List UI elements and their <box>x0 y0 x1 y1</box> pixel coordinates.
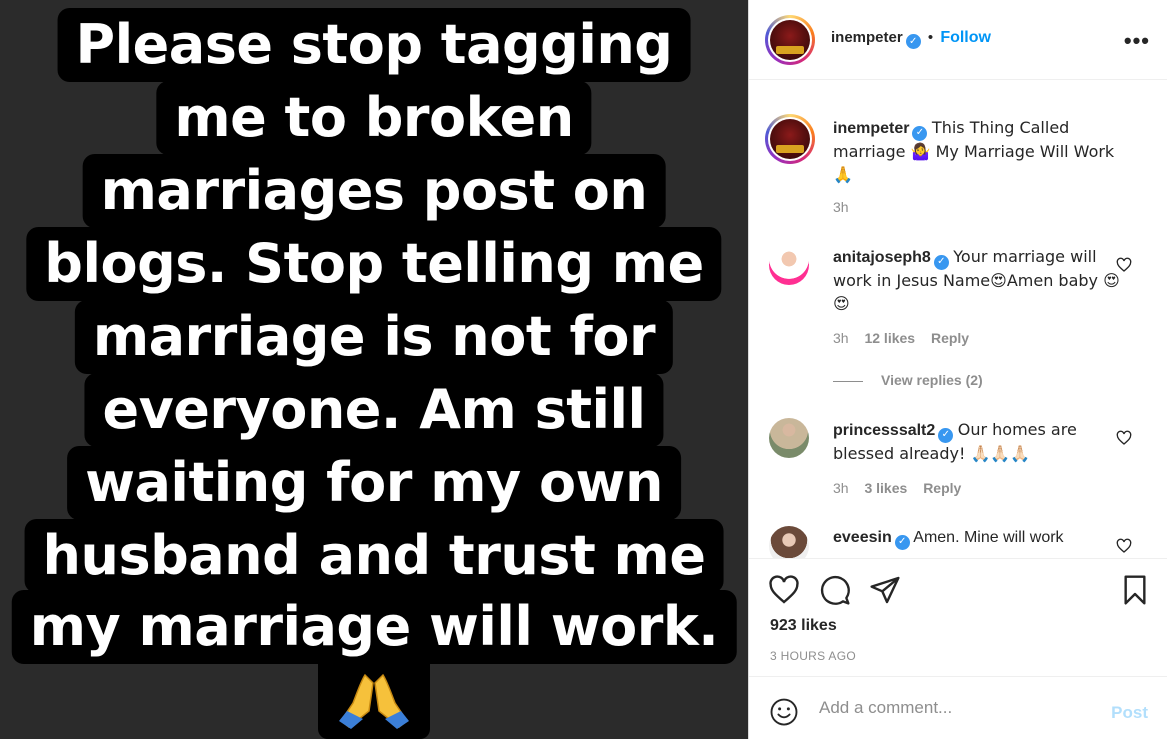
comment-username[interactable]: princesssalt2 <box>833 422 935 439</box>
post-header: inempeter ✓ • Follow ••• <box>749 0 1167 80</box>
verified-icon: ✓ <box>912 125 928 141</box>
verified-icon: ✓ <box>905 34 921 49</box>
post-comment-button[interactable]: Post <box>1111 703 1148 723</box>
comment-username[interactable]: eveesin <box>833 529 892 546</box>
emoji-smiley-icon[interactable] <box>769 697 799 727</box>
reply-button[interactable]: Reply <box>931 330 969 346</box>
caption-username[interactable]: inempeter <box>833 120 909 137</box>
post-sidebar: inempeter ✓ • Follow ••• inempeter ✓ This … <box>748 0 1167 739</box>
folded-hands-icon <box>318 662 430 739</box>
avatar[interactable] <box>765 114 815 164</box>
like-heart-icon[interactable] <box>1116 538 1132 554</box>
story-line: my marriage will work. <box>11 590 737 664</box>
follow-button[interactable]: Follow <box>940 29 991 46</box>
verified-icon: ✓ <box>894 534 910 550</box>
header-username[interactable]: inempeter <box>831 29 903 46</box>
caption-time: 3h <box>833 199 849 215</box>
comment-likes[interactable]: 3 likes <box>864 480 907 496</box>
avatar[interactable] <box>769 245 809 285</box>
like-heart-icon[interactable] <box>768 574 800 606</box>
story-line: husband and trust me <box>24 519 724 593</box>
story-line: Please stop tagging <box>57 8 691 82</box>
story-line: everyone. Am still <box>84 373 664 447</box>
story-line: marriage is not for <box>74 300 674 374</box>
story-line: waiting for my own <box>67 446 681 520</box>
comment-icon[interactable] <box>819 574 851 606</box>
verified-icon: ✓ <box>938 427 954 443</box>
avatar[interactable] <box>769 526 809 558</box>
bookmark-icon[interactable] <box>1119 574 1151 606</box>
comment-likes[interactable]: 12 likes <box>864 330 915 346</box>
comments-list[interactable]: inempeter ✓ This Thing Called marriage 🤷‍… <box>749 80 1167 558</box>
share-icon[interactable] <box>869 574 901 606</box>
comment-time: 3h <box>833 480 849 496</box>
post-timestamp: 3 HOURS AGO <box>770 649 856 663</box>
post-actions: 923 likes 3 HOURS AGO <box>749 558 1167 676</box>
post-image: Please stop tagging me to broken marriag… <box>0 0 748 739</box>
comment-input[interactable] <box>819 697 1089 719</box>
view-replies-button[interactable]: View replies (2) <box>833 372 983 388</box>
add-comment-bar: Post <box>749 676 1167 739</box>
story-line: blogs. Stop telling me <box>26 227 722 301</box>
story-line: marriages post on <box>82 154 666 228</box>
story-line: me to broken <box>156 81 592 155</box>
avatar[interactable] <box>765 15 815 65</box>
reply-button[interactable]: Reply <box>923 480 961 496</box>
like-heart-icon[interactable] <box>1116 430 1132 446</box>
more-options-icon[interactable]: ••• <box>1124 28 1150 54</box>
comment-text: Amen. Mine will work <box>913 529 1064 546</box>
like-heart-icon[interactable] <box>1116 257 1132 273</box>
avatar[interactable] <box>769 418 809 458</box>
comment-time: 3h <box>833 330 849 346</box>
likes-count[interactable]: 923 likes <box>770 617 837 635</box>
view-replies-label: View replies (2) <box>881 372 983 388</box>
comment-username[interactable]: anitajoseph8 <box>833 249 931 266</box>
verified-icon: ✓ <box>933 254 949 270</box>
separator-dot: • <box>927 29 934 46</box>
